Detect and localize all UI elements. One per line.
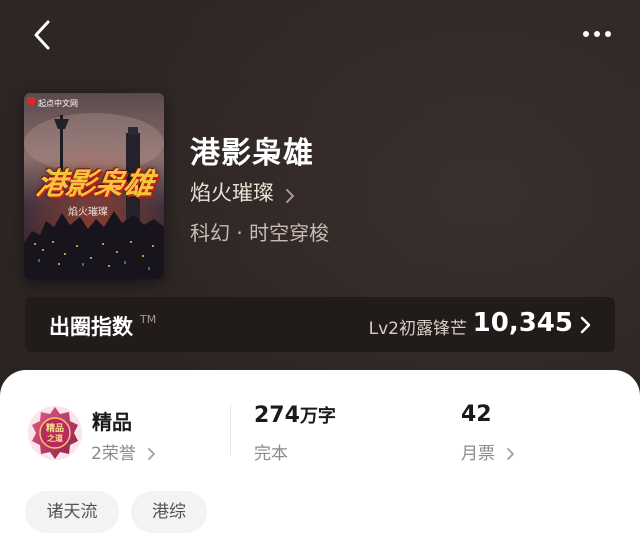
trademark-mark: TM [140,313,157,326]
genre-tags: 科幻 · 时空穿梭 [190,221,330,245]
quality-badge-icon: 精品 之道 [26,404,84,462]
more-button[interactable] [580,22,614,46]
svg-text:精品: 精品 [46,422,64,434]
completion-status: 完本 [254,444,288,464]
index-value: 10,345 [472,308,573,338]
book-cover[interactable]: 起点中文网 港影枭雄 焰火璀璨 [24,93,164,279]
tag-chip[interactable]: 诸天流 [25,491,119,533]
chevron-right-icon [580,316,591,334]
monthly-tickets-number: 42 [461,402,492,427]
chevron-right-icon [286,188,295,203]
chevron-left-icon [34,20,50,50]
word-count-number: 274 [254,403,300,428]
word-count-unit: 万字 [299,406,336,427]
svg-text:之道: 之道 [47,433,63,443]
index-level: Lv2初露锋芒 [368,319,467,339]
author-name: 焰火璀璨 [190,181,274,205]
stats-divider [230,405,231,455]
monthly-tickets-link[interactable]: 月票 [461,439,515,464]
monthly-tickets-label: 月票 [461,444,495,464]
author-link[interactable]: 焰火璀璨 [190,177,295,205]
index-label: 出圈指数 [49,315,133,339]
honor-title: 精品 [92,410,132,434]
word-count: 274万字 [254,402,336,428]
more-dots-icon [583,31,611,37]
book-title: 港影枭雄 [190,136,314,171]
chevron-right-icon [148,448,156,460]
tag-chip[interactable]: 港综 [131,491,207,533]
back-button[interactable] [28,18,58,52]
chevron-right-icon [507,448,515,460]
cover-author-art: 焰火璀璨 [68,207,108,218]
cover-title-art: 港影枭雄 [34,167,155,202]
honor-count: 2荣誉 [91,444,136,464]
honor-link[interactable]: 2荣誉 [91,439,156,464]
popularity-index-bar[interactable]: 出圈指数 TM Lv2初露锋芒 10,345 [25,297,615,352]
cover-publisher-text: 起点中文网 [38,99,78,108]
top-bar [0,0,640,70]
